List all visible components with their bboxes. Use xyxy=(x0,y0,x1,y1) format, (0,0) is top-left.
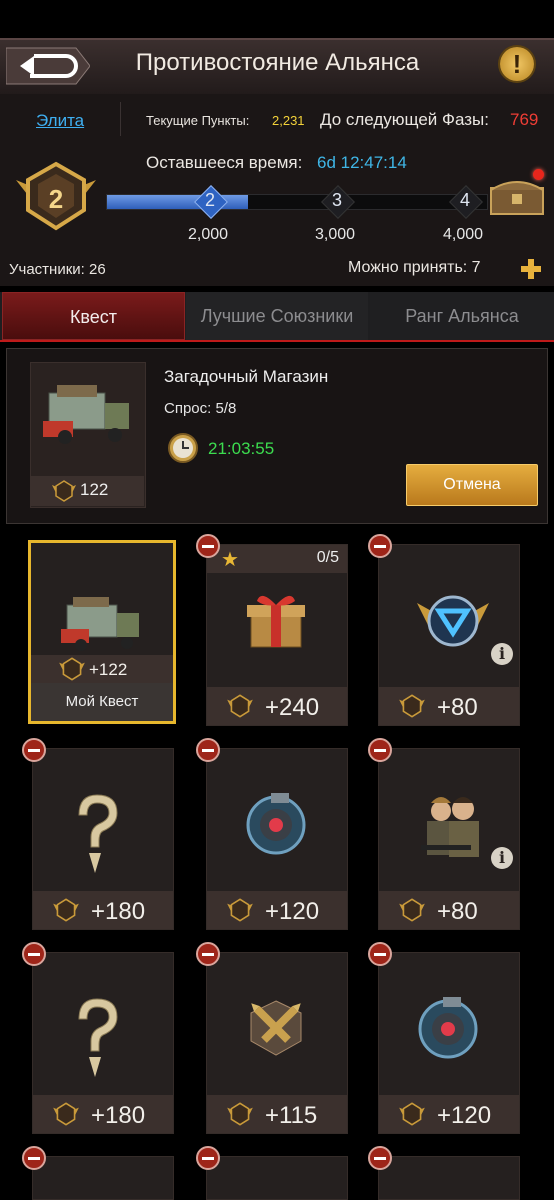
milestone-number: 3 xyxy=(331,190,342,210)
participants-count: Участники: 26 xyxy=(9,261,106,278)
notification-dot xyxy=(533,169,544,180)
card-value-bar: +180 xyxy=(33,891,173,929)
milestone-threshold: 2,000 xyxy=(188,226,229,243)
tab-quest[interactable]: Квест xyxy=(2,292,185,340)
card-value-bar: +180 xyxy=(33,1095,173,1133)
remove-icon[interactable] xyxy=(368,1146,392,1170)
card-value-bar: +80 xyxy=(379,687,519,725)
next-phase-label: До следующей Фазы: xyxy=(320,110,489,129)
alliance-badge-icon xyxy=(397,1101,427,1132)
tab-alliance-rank[interactable]: Ранг Альянса xyxy=(370,292,554,340)
quest-card[interactable]: +180 xyxy=(32,952,174,1134)
quest-card[interactable]: +120 xyxy=(206,748,348,930)
alliance-badge-icon xyxy=(397,693,427,724)
rank-badge-icon: 2 xyxy=(16,161,96,231)
remove-icon[interactable] xyxy=(196,738,220,762)
shop-demand: Спрос: 5/8 xyxy=(164,400,237,417)
info-button[interactable]: ! xyxy=(500,47,534,81)
crossed-bullets-icon xyxy=(241,993,311,1068)
alliance-badge-icon xyxy=(52,480,76,502)
milestone-number: 4 xyxy=(459,190,470,210)
card-value: +120 xyxy=(437,1102,492,1129)
alliance-badge-icon xyxy=(225,693,255,724)
card-value-bar: +122 xyxy=(31,655,173,683)
quest-card[interactable]: +80 i xyxy=(378,544,520,726)
remove-icon[interactable] xyxy=(368,534,392,558)
shop-value-bar: 122 xyxy=(30,476,144,506)
card-value: +122 xyxy=(89,660,128,679)
orb-device-icon xyxy=(241,789,311,864)
points-value: 2,231 xyxy=(272,113,305,128)
soldiers-icon xyxy=(413,789,493,874)
milestone-number: 2 xyxy=(204,190,215,210)
quest-card[interactable] xyxy=(206,1156,348,1200)
card-value-bar: +240 xyxy=(207,687,347,725)
next-phase-value: 769 xyxy=(510,110,539,129)
remove-icon[interactable] xyxy=(22,1146,46,1170)
remove-icon[interactable] xyxy=(196,942,220,966)
remove-icon[interactable] xyxy=(22,738,46,762)
clock-icon xyxy=(168,433,198,463)
tab-best-allies[interactable]: Лучшие Союзники xyxy=(186,292,368,340)
card-value-bar: +120 xyxy=(207,891,347,929)
time-label: Оставшееся время: xyxy=(146,153,303,172)
card-value: +115 xyxy=(265,1102,318,1129)
card-value: +80 xyxy=(437,898,478,925)
quest-card[interactable] xyxy=(378,1156,520,1200)
quest-card[interactable]: +80 i xyxy=(378,748,520,930)
quest-card[interactable]: +122 Мой Квест xyxy=(28,540,176,724)
card-counter-bar: ★ 0/5 xyxy=(207,545,347,573)
question-icon xyxy=(67,789,127,884)
back-button[interactable] xyxy=(6,44,90,88)
quest-card[interactable]: +120 xyxy=(378,952,520,1134)
my-quest-label: Мой Квест xyxy=(31,683,173,721)
card-value: +120 xyxy=(265,898,320,925)
card-value: +80 xyxy=(437,694,478,721)
gift-box-icon xyxy=(241,585,311,660)
page-title: Противостояние Альянса xyxy=(135,49,420,76)
milestone-threshold: 3,000 xyxy=(315,226,356,243)
question-icon xyxy=(67,993,127,1088)
alliance-badge-icon xyxy=(225,1101,255,1132)
plus-icon[interactable] xyxy=(520,258,542,280)
time-value: 6d 12:47:14 xyxy=(317,153,407,172)
card-value-bar: +120 xyxy=(379,1095,519,1133)
quest-card[interactable]: +240 ★ 0/5 xyxy=(206,544,348,726)
remove-icon[interactable] xyxy=(196,534,220,558)
info-icon[interactable]: i xyxy=(491,847,513,869)
rank-number: 2 xyxy=(49,184,63,214)
card-value: +240 xyxy=(265,694,320,721)
chest-icon[interactable] xyxy=(488,176,546,216)
can-accept-count: Можно принять: 7 xyxy=(348,259,481,276)
quest-card[interactable] xyxy=(32,1156,174,1200)
remove-icon[interactable] xyxy=(368,942,392,966)
info-icon[interactable]: i xyxy=(491,643,513,665)
shop-timer: 21:03:55 xyxy=(208,439,275,458)
card-counter: 0/5 xyxy=(316,549,339,566)
card-value-bar: +115 xyxy=(207,1095,347,1133)
alliance-badge-icon xyxy=(225,897,255,928)
orb-device-icon xyxy=(413,993,483,1068)
milestone-threshold: 4,000 xyxy=(443,226,484,243)
star-icon: ★ xyxy=(221,549,239,571)
quest-card[interactable]: +115 xyxy=(206,952,348,1134)
quest-card[interactable]: +180 xyxy=(32,748,174,930)
divider xyxy=(120,102,121,136)
shield-badge-icon xyxy=(413,585,493,660)
truck-icon xyxy=(43,385,129,444)
alliance-badge-icon xyxy=(397,897,427,928)
shop-value: 122 xyxy=(80,480,109,499)
remove-icon[interactable] xyxy=(368,738,392,762)
shop-name: Загадочный Магазин xyxy=(164,367,329,386)
remove-icon[interactable] xyxy=(196,1146,220,1170)
alliance-badge-icon xyxy=(51,1101,81,1132)
card-value: +180 xyxy=(91,1102,146,1129)
cancel-button[interactable]: Отмена xyxy=(406,464,538,506)
card-value-bar: +80 xyxy=(379,891,519,929)
alliance-badge-icon xyxy=(51,897,81,928)
card-value: +180 xyxy=(91,898,146,925)
points-label: Текущие Пункты: xyxy=(146,113,250,128)
elite-link[interactable]: Элита xyxy=(36,111,84,131)
remove-icon[interactable] xyxy=(22,942,46,966)
